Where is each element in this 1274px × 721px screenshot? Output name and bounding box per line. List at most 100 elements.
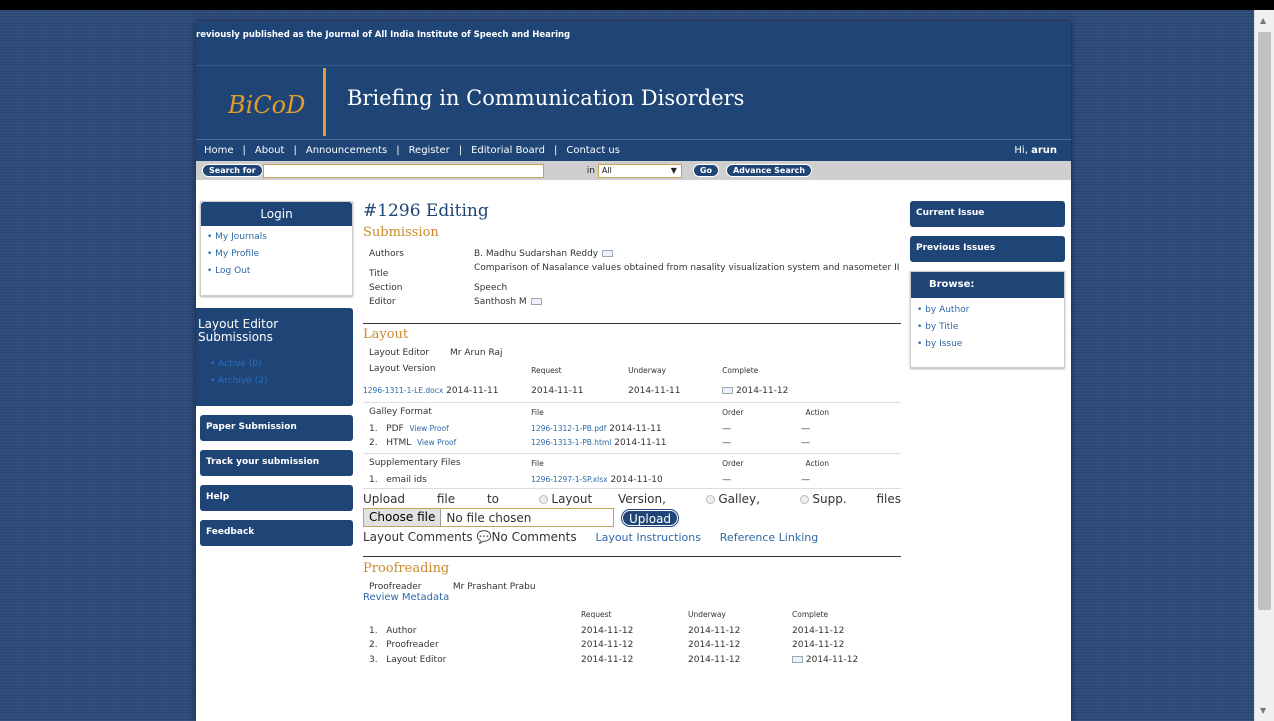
reference-linking-link[interactable]: Reference Linking [720,531,818,544]
paper-submission-button[interactable]: Paper Submission [200,415,353,441]
browse-by-author-link[interactable]: by Author [917,305,1056,315]
layout-editor-value: Mr Arun Raj [450,348,503,358]
nav-editorial-board[interactable]: Editorial Board [471,145,545,156]
track-submission-button[interactable]: Track your submission [200,450,353,476]
link-log-out[interactable]: Log Out [207,266,344,276]
divider [363,556,901,557]
previous-issues-button[interactable]: Previous Issues [910,236,1065,262]
section-value: Speech [474,283,508,293]
link-active-submissions[interactable]: • Active (0) [210,356,353,373]
user-name: arun [1031,145,1057,156]
supp-row: 1. email ids 1296-1297-1-SP.xlsx 2014-11… [363,470,901,489]
go-button[interactable]: Go [692,164,719,177]
main-nav: Home | About | Announcements | Register … [196,139,1071,161]
login-box: Login My Journals My Profile Log Out [200,201,353,296]
galley-row: 2. HTML View Proof 1296-1313-1-PB.html 2… [363,436,901,454]
search-in-label: in [586,165,595,176]
galley-pdf-file-link[interactable]: 1296-1312-1-PB.pdf [531,424,606,433]
scroll-down-icon[interactable]: ▼ [1260,706,1266,715]
supp-file-link[interactable]: 1296-1297-1-SP.xlsx [531,475,607,484]
proof-row: 3. Layout Editor 2014-11-12 2014-11-12 2… [369,655,859,665]
nav-contact-us[interactable]: Contact us [566,145,620,156]
view-proof-html-link[interactable]: View Proof [417,438,456,447]
search-label: Search for [202,164,263,177]
layout-heading: Layout [363,327,409,342]
proofreading-heading: Proofreading [363,561,450,576]
layout-version-row: 1296-1311-1-LE.docx 2014-11-11 2014-11-1… [363,377,901,403]
complete-email-icon[interactable] [722,387,734,394]
layout-version-header: Layout Version Request Underway Complete [369,364,759,375]
submission-heading: Submission [363,225,439,240]
scroll-up-icon[interactable]: ▲ [1260,16,1266,25]
email-editor-icon[interactable] [530,298,542,305]
proofreader-row: Proofreader Mr Prashant Prabu [369,582,536,592]
page-scrollbar[interactable]: ▲ ▼ [1254,10,1274,721]
file-chosen-status: No file chosen [446,510,532,525]
link-my-journals[interactable]: My Journals [207,232,344,242]
radio-layout-version[interactable]: Layout Version, [538,492,666,506]
complete-email-icon[interactable] [792,656,803,663]
scrollbar-thumb[interactable] [1258,32,1271,610]
nav-announcements[interactable]: Announcements [306,145,387,156]
site-title: Briefing in Communication Disorders [347,86,745,110]
current-issue-button[interactable]: Current Issue [910,201,1065,227]
review-metadata-link[interactable]: Review Metadata [363,592,901,603]
editor-value: Santhosh M [474,297,527,307]
comment-bubble-icon[interactable]: 💬 [476,530,491,544]
proof-header: Request Underway Complete [581,610,829,619]
no-comments-link[interactable]: No Comments [491,530,576,544]
nav-home[interactable]: Home [204,145,234,156]
layout-table: Layout Editor Mr Arun Raj Layout Version… [363,346,901,489]
search-input[interactable] [262,163,544,178]
link-my-profile[interactable]: My Profile [207,249,344,259]
file-upload-row: Choose file No file chosen Upload [363,508,901,527]
layout-version-file-link[interactable]: 1296-1311-1-LE.docx [363,386,443,395]
logo-divider [323,68,326,136]
browse-title: Browse: [911,272,1064,298]
view-proof-pdf-link[interactable]: View Proof [409,424,448,433]
upload-button[interactable]: Upload [622,509,679,526]
layout-editor-row: Layout Editor Mr Arun Raj [363,346,901,360]
page-title: #1296 Editing [363,201,489,221]
advanced-search-button[interactable]: Advance Search [725,164,813,177]
authors-row: Authors B. Madhu Sudarshan Reddy [363,249,901,259]
title-row: Title Comparison of Nasalance values obt… [369,263,900,279]
email-author-icon[interactable] [602,250,614,257]
login-title: Login [201,202,352,226]
link-archive-submissions[interactable]: • Archive (2) [210,373,353,390]
browser-top-edge [0,0,1274,10]
nav-about[interactable]: About [255,145,285,156]
browse-by-issue-link[interactable]: by Issue [917,339,1056,349]
login-links: My Journals My Profile Log Out [201,226,352,295]
layout-instructions-link[interactable]: Layout Instructions [595,531,701,544]
browse-box: Browse: by Author by Title by Issue [910,271,1065,368]
browse-by-title-link[interactable]: by Title [917,322,1056,332]
header-tagline-bar: reviously published as the Journal of Al… [196,22,1071,65]
section-row: Section Speech [363,283,901,293]
journal-page: reviously published as the Journal of Al… [196,22,1071,721]
feedback-button[interactable]: Feedback [200,520,353,546]
layout-editor-links: • Active (0) • Archive (2) [196,344,353,390]
main-content: #1296 Editing Submission Authors B. Madh… [363,201,901,667]
galley-header: Galley Format File Order Action [369,407,829,417]
header-logo-bar: BiCoD Briefing in Communication Disorder… [196,65,1071,139]
layout-editor-submissions-box: Layout Editor Submissions • Active (0) •… [196,308,353,406]
radio-supp-files[interactable]: Supp. files [799,492,901,506]
galley-row: 1. PDF View Proof 1296-1312-1-PB.pdf 201… [369,424,811,434]
upload-target-line: Upload file to Layout Version, Galley, S… [363,492,901,506]
header-tagline: reviously published as the Journal of Al… [196,30,571,40]
radio-galley[interactable]: Galley, [705,492,760,506]
divider [363,323,901,324]
file-input[interactable]: Choose file No file chosen [363,508,614,527]
nav-register[interactable]: Register [409,145,450,156]
proof-row: 1. Author 2014-11-12 2014-11-12 2014-11-… [369,626,845,636]
proof-row: 2. Proofreader 2014-11-12 2014-11-12 201… [369,640,845,650]
choose-file-button[interactable]: Choose file [364,509,442,526]
proofreading-table: Request Underway Complete 1. Author 2014… [363,608,901,667]
galley-html-file-link[interactable]: 1296-1313-1-PB.html [531,438,611,447]
site-logo[interactable]: BiCoD [228,91,305,119]
authors-value: B. Madhu Sudarshan Reddy [474,249,599,259]
search-scope-select[interactable]: All ▼ [597,163,682,178]
help-button[interactable]: Help [200,485,353,511]
search-bar: Search for in All ▼ Go Advance Search [196,161,1071,180]
